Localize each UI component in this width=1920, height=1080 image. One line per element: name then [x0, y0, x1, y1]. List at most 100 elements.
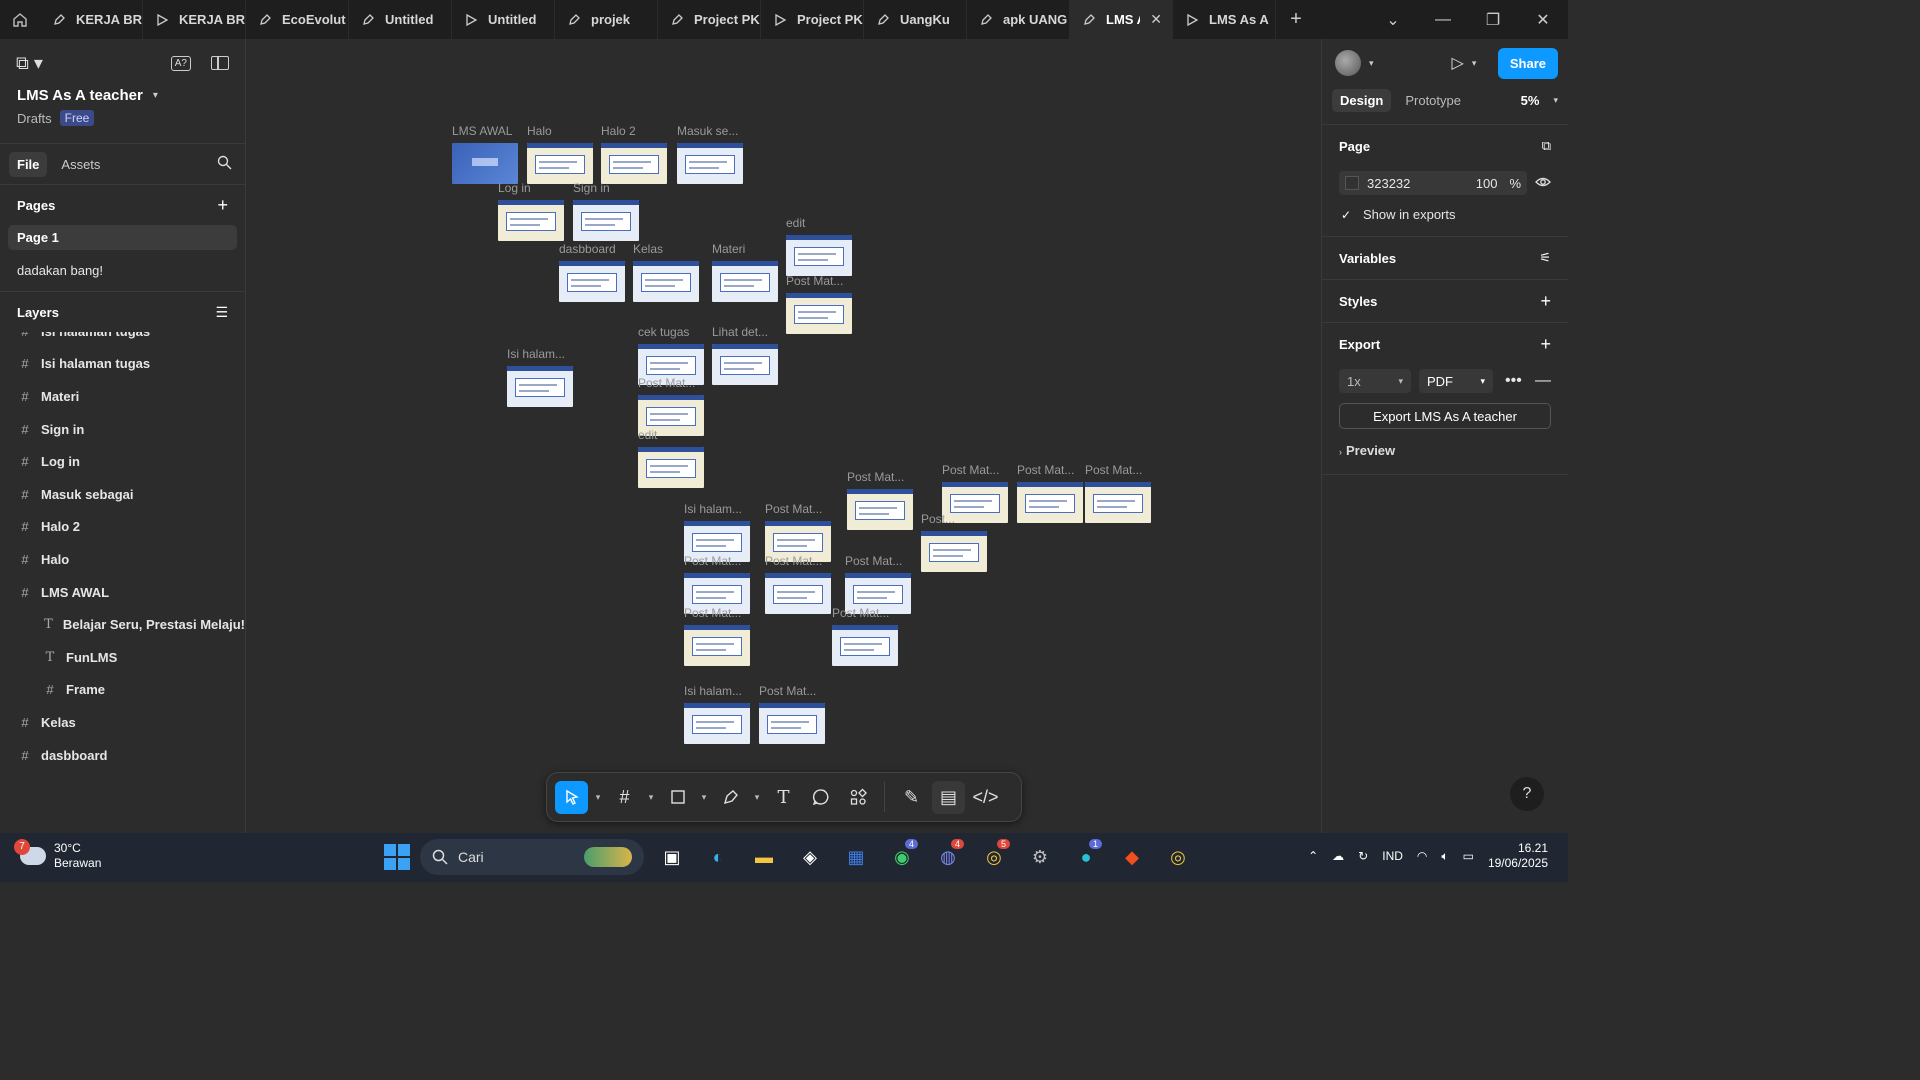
zoom-level[interactable]: 5% [1521, 93, 1540, 108]
tab-8[interactable]: UangKu [864, 0, 967, 39]
frame-thumbnail[interactable] [507, 366, 573, 407]
frame-label[interactable]: Isi halam... [684, 502, 742, 516]
page-item-page-1[interactable]: Page 1 [8, 225, 237, 250]
avatar[interactable] [1335, 50, 1361, 76]
frame-label[interactable]: Post Mat... [786, 274, 843, 288]
frame-thumbnail[interactable] [712, 344, 778, 385]
frame-label[interactable]: LMS AWAL [452, 124, 512, 138]
frame-thumbnail[interactable] [786, 235, 852, 276]
windows-start-icon[interactable] [384, 844, 410, 870]
frame-label[interactable]: Kelas [633, 242, 663, 256]
preview-toggle[interactable]: › Preview [1339, 443, 1551, 458]
layer-item[interactable]: T FunLMS [0, 641, 245, 674]
actions-tool-icon[interactable] [841, 781, 874, 814]
tab-0[interactable]: KERJA BR [40, 0, 143, 39]
frame-label[interactable]: dasbboard [559, 242, 616, 256]
export-format-select[interactable]: PDF ▾ [1419, 369, 1493, 393]
chevron-down-icon[interactable]: ▾ [645, 792, 657, 803]
layer-item[interactable]: # Log in [0, 445, 245, 478]
chevron-down-icon[interactable]: ▾ [1472, 58, 1477, 69]
ai-icon[interactable]: A? [170, 55, 191, 71]
frame-thumbnail[interactable] [638, 447, 704, 488]
layers-collapse-icon[interactable]: ☰ [215, 304, 228, 321]
frame-label[interactable]: Post Mat... [684, 554, 741, 568]
add-export-icon[interactable]: + [1540, 334, 1551, 355]
maximize-icon[interactable]: ❐ [1468, 10, 1518, 30]
frame-thumbnail[interactable] [684, 625, 750, 666]
variables-icon[interactable]: ⚟ [1539, 250, 1551, 266]
frame-label[interactable]: edit [638, 428, 657, 442]
dev-mode-icon[interactable]: </> [969, 781, 1002, 814]
frame-thumbnail[interactable] [559, 261, 625, 302]
frame-label[interactable]: cek tugas [638, 325, 689, 339]
discord-icon[interactable]: ◍ 4 [930, 839, 966, 875]
chevron-down-icon[interactable]: ▾ [1553, 95, 1558, 106]
frame-thumbnail[interactable] [527, 143, 593, 184]
language-indicator[interactable]: IND [1382, 849, 1403, 863]
capcut-icon[interactable]: ◈ [792, 839, 828, 875]
page-color-field[interactable]: 323232 100 % [1339, 171, 1527, 195]
frame-label[interactable]: Post Mat... [765, 554, 822, 568]
tab-design[interactable]: Design [1332, 89, 1392, 112]
frame-thumbnail[interactable] [498, 200, 564, 241]
sidebar-toggle-icon[interactable] [211, 55, 229, 70]
frame-label[interactable]: edit [786, 216, 805, 230]
tab-list-chevron-icon[interactable]: ⌄ [1368, 10, 1418, 30]
page-color-value[interactable]: 323232 [1367, 176, 1410, 191]
layer-item[interactable]: # Halo 2 [0, 511, 245, 544]
frame-label[interactable]: Sign in [573, 181, 610, 195]
volume-icon[interactable]: 🔈︎ [1441, 849, 1448, 864]
store-icon[interactable]: ▦ [838, 839, 874, 875]
frame-thumbnail[interactable] [684, 703, 750, 744]
figma-menu-icon[interactable]: ⧉ ▾ [16, 53, 43, 74]
layer-item[interactable]: # Frame [0, 674, 245, 707]
chrome-icon[interactable]: ◎ 5 [976, 839, 1012, 875]
wifi-icon[interactable]: ◠ [1417, 849, 1427, 863]
figma-icon[interactable]: ◆ [1114, 839, 1150, 875]
frame-label[interactable]: Post Mat... [638, 376, 695, 390]
rectangle-tool-icon[interactable] [661, 781, 694, 814]
sync-icon[interactable]: ↻ [1358, 849, 1368, 863]
page-item-dadakan[interactable]: dadakan bang! [8, 258, 237, 283]
page-settings-icon[interactable]: ⧉ [1542, 138, 1551, 154]
tab-2[interactable]: EcoEvolut [246, 0, 349, 39]
help-button[interactable]: ? [1510, 777, 1544, 811]
frame-label[interactable]: Lihat det... [712, 325, 768, 339]
tab-4[interactable]: Untitled [452, 0, 555, 39]
frame-thumbnail[interactable] [832, 625, 898, 666]
present-icon[interactable]: ▷ [1452, 53, 1464, 73]
move-tool-icon[interactable] [555, 780, 588, 814]
frame-label[interactable]: Isi halam... [684, 684, 742, 698]
export-scale-select[interactable]: 1x ▾ [1339, 369, 1411, 393]
weather-widget[interactable]: 7 30°C Berawan [14, 839, 101, 871]
layer-item[interactable]: # LMS AWAL [0, 576, 245, 609]
close-tab-icon[interactable]: ✕ [1150, 11, 1162, 28]
share-button[interactable]: Share [1497, 47, 1558, 79]
export-button[interactable]: Export LMS As A teacher [1339, 403, 1551, 429]
frame-thumbnail[interactable] [573, 200, 639, 241]
project-title[interactable]: LMS As A teacher ▾ [0, 87, 245, 104]
frame-label[interactable]: Post Mat... [765, 502, 822, 516]
frame-label[interactable]: Post Mat... [684, 606, 741, 620]
tab-assets[interactable]: Assets [53, 152, 108, 177]
frame-label[interactable]: Post Mat... [759, 684, 816, 698]
frame-thumbnail[interactable] [1085, 482, 1151, 523]
layer-item[interactable]: # Isi halaman tugas [0, 332, 245, 348]
layer-item[interactable]: # Isi halaman tugas [0, 348, 245, 381]
layer-item[interactable]: # Masuk sebagai [0, 478, 245, 511]
layer-item[interactable]: # Halo [0, 543, 245, 576]
chevron-down-icon[interactable]: ▾ [698, 792, 710, 803]
taskbar-search[interactable]: Cari [420, 839, 644, 875]
page-opacity-value[interactable]: 100 [1476, 176, 1498, 191]
chevron-down-icon[interactable]: ▾ [1369, 58, 1374, 69]
tab-file[interactable]: File [9, 151, 48, 177]
frame-tool-icon[interactable]: # [608, 781, 641, 814]
new-tab-button[interactable]: + [1276, 8, 1316, 31]
add-style-icon[interactable]: + [1540, 291, 1551, 312]
battery-icon[interactable]: ▭ [1463, 849, 1474, 863]
pen-tool-icon[interactable] [714, 781, 747, 814]
frame-label[interactable]: Post Mat... [847, 470, 904, 484]
close-window-icon[interactable]: ✕ [1518, 10, 1568, 30]
frame-thumbnail[interactable] [712, 261, 778, 302]
tab-7[interactable]: Project PK [761, 0, 864, 39]
